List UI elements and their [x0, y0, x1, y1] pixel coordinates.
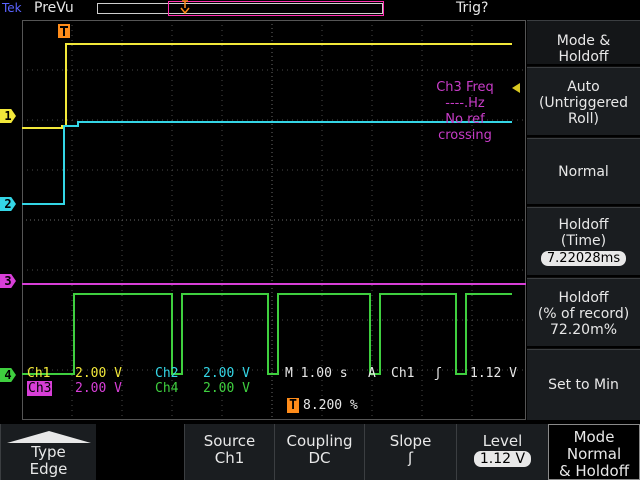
trigger-slope-value-icon: ʃ [407, 449, 414, 467]
ch1-scale-label: Ch1 [27, 366, 51, 381]
trigger-level-readout: 1.12 V [470, 366, 517, 381]
bottom-menu: Type Edge Source Ch1 Coupling DC Slope ʃ… [0, 424, 640, 480]
side-menu-title: Mode & Holdoff [527, 20, 640, 66]
normal-mode-button[interactable]: Normal [527, 138, 640, 206]
ch1-marker[interactable]: 1 [0, 109, 16, 123]
auto-mode-line2: (Untriggered [538, 95, 629, 111]
trigger-slope-button[interactable]: Slope ʃ [364, 424, 456, 480]
trigger-source-label: Source [203, 432, 256, 450]
trigger-source-button[interactable]: Source Ch1 [184, 424, 274, 480]
trigger-position-icon [58, 24, 70, 38]
side-menu-title-line1: Mode & [556, 33, 611, 49]
auto-mode-button[interactable]: Auto (Untriggered Roll) [527, 67, 640, 137]
ch2-scale-value: 2.00 V [203, 366, 250, 381]
trigger-source-value: Ch1 [214, 449, 245, 467]
menu-raise-icon [7, 431, 91, 443]
ch3-marker[interactable]: 3 [0, 274, 16, 288]
ch4-waveform [22, 293, 512, 375]
trigger-mode-value-2: & Holdoff [558, 462, 630, 480]
measurement-title: Ch3 Freq [436, 80, 494, 95]
holdoff-record-line2: (% of record) [537, 306, 630, 322]
trigger-slope-label: Slope [389, 432, 432, 450]
holdoff-time-value: 7.22028ms [540, 251, 627, 266]
ch1-scale-value: 2.00 V [75, 366, 122, 381]
measurement-status-2: crossing [438, 128, 492, 143]
side-menu-title-line2: Holdoff [558, 49, 609, 65]
auto-mode-line1: Auto [567, 79, 600, 95]
trigger-source-readout: Ch1 [391, 366, 415, 381]
holdoff-time-line1: Holdoff [558, 217, 609, 233]
ch4-scale-label: Ch4 [155, 381, 179, 396]
measurement-readout: Ch3 Freq ----.Hz No ref crossing [405, 80, 525, 144]
side-menu: Mode & Holdoff Auto (Untriggered Roll) N… [527, 20, 640, 422]
holdoff-record-button[interactable]: Holdoff (% of record) 72.20m% [527, 278, 640, 348]
trigger-level-value: 1.12 V [473, 451, 532, 467]
ch3-scale-label: Ch3 [27, 381, 53, 396]
trigger-level-button[interactable]: Level 1.12 V [456, 424, 548, 480]
normal-mode-label: Normal [558, 164, 609, 180]
acquisition-state: PreVu [34, 0, 74, 16]
trigger-type-button[interactable]: Type Edge [0, 424, 96, 480]
trigger-type-label: Type [31, 443, 66, 461]
holdoff-record-value: 72.20m% [549, 322, 618, 338]
ch4-scale-value: 2.00 V [203, 381, 250, 396]
timebase-readout: M 1.00 s [285, 366, 348, 381]
holdoff-time-line2: (Time) [560, 233, 607, 249]
trigger-status: Trig? [456, 0, 489, 16]
auto-mode-line3: Roll) [568, 111, 599, 127]
top-status-bar: Tek PreVu Trig? [0, 0, 527, 20]
trigger-mode-value: Normal [566, 445, 622, 463]
measurement-status-1: No ref [445, 112, 485, 127]
record-trigger-marker-icon [180, 0, 190, 17]
brand-label: Tek [2, 1, 22, 15]
trigger-coupling-label: Coupling [286, 432, 353, 450]
ch3-scale-value: 2.00 V [75, 381, 122, 396]
trigger-level-label: Level [482, 432, 523, 450]
holdoff-time-button[interactable]: Holdoff (Time) 7.22028ms [527, 207, 640, 277]
holdoff-record-line1: Holdoff [558, 290, 609, 306]
trigger-mode-button[interactable]: Mode Normal & Holdoff [548, 424, 640, 480]
measurement-value: ----.Hz [445, 96, 485, 111]
ch4-marker[interactable]: 4 [0, 368, 16, 382]
set-to-min-label: Set to Min [548, 377, 619, 393]
trigger-coupling-value: DC [308, 449, 331, 467]
ch2-scale-label: Ch2 [155, 366, 179, 381]
record-view-window [168, 1, 384, 16]
set-to-min-button[interactable]: Set to Min [527, 349, 640, 422]
trigger-position-readout: 8.200 % [303, 398, 358, 413]
trigger-slope-icon: ʃ [434, 366, 442, 381]
trigger-coupling-button[interactable]: Coupling DC [274, 424, 364, 480]
trigger-mode-readout: A [368, 366, 376, 381]
ch2-marker[interactable]: 2 [0, 197, 16, 211]
oscilloscope-screen: Tek PreVu Trig? 1 2 3 4 Ch3 Freq ----.Hz… [0, 0, 640, 480]
trigger-position-readout-icon: T [287, 398, 299, 413]
trigger-type-value: Edge [29, 460, 68, 478]
trigger-mode-label: Mode [573, 428, 615, 446]
